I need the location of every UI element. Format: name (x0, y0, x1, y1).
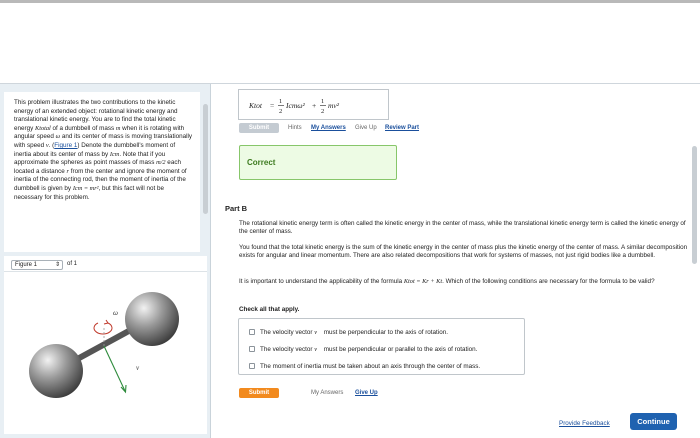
velocity-label: v (136, 364, 140, 372)
option-text: must be perpendicular or parallel to the… (321, 346, 478, 353)
para3-text: . Which of the following conditions are … (442, 278, 655, 285)
select-arrows-icon: ⇕ (54, 262, 60, 268)
continue-button[interactable]: Continue (630, 413, 677, 430)
intro-text: of a dumbbell of mass (50, 124, 116, 132)
part-a-give-up-link[interactable]: Give Up (355, 124, 377, 132)
option-3-checkbox[interactable] (249, 363, 255, 369)
lower-sphere (29, 344, 83, 398)
figure-select[interactable]: Figure 1 ⇕ (11, 260, 63, 270)
formula-ktot: Ktot (248, 101, 263, 110)
review-part-link[interactable]: Review Part (385, 124, 419, 132)
svg-text:2: 2 (321, 108, 324, 115)
figure-link[interactable]: Figure 1 (54, 142, 77, 149)
part-b-paragraph-3: It is important to understand the applic… (239, 278, 689, 286)
answer-formula-box: Ktot = 1 2 Icmω² + 1 2 mv² (238, 89, 389, 120)
velocity-vector (103, 345, 126, 392)
figure-select-value: Figure 1 (15, 262, 38, 268)
para3-formula: Ktot = Kr + Kt (403, 278, 443, 285)
part-a-my-answers-link[interactable]: My Answers (311, 124, 346, 132)
svg-text:+: + (312, 101, 316, 110)
part-b-paragraph-2: You found that the total kinetic energy … (239, 244, 688, 260)
browser-top-border (0, 0, 700, 3)
omega-label: ω (113, 309, 118, 317)
answer-formula: Ktot = 1 2 Icmω² + 1 2 mv² (248, 98, 340, 115)
figure-toolbar: Figure 1 ⇕ of 1 (4, 256, 207, 272)
check-all-instruction: Check all that apply. (239, 306, 300, 313)
part-b-paragraph-1: The rotational kinetic energy term is of… (239, 220, 686, 236)
option-symbol: v⃗ (314, 346, 322, 353)
option-symbol: v⃗ (314, 329, 322, 336)
correct-feedback-box: Correct (239, 145, 397, 180)
problem-viewport: This problem illustrates the two contrib… (0, 83, 700, 438)
part-b-my-answers-link[interactable]: My Answers (311, 389, 343, 397)
correct-label: Correct (247, 158, 276, 167)
option-2-checkbox[interactable] (249, 346, 255, 352)
intro-symbol-m2: m/2 (156, 159, 166, 167)
option-text: The velocity vector (260, 346, 315, 353)
formula-translational-term: mv² (328, 101, 340, 110)
upper-sphere (125, 292, 179, 346)
part-b-title: Part B (225, 204, 248, 213)
left-pane: This problem illustrates the two contrib… (0, 84, 211, 438)
problem-intro: This problem illustrates the two contrib… (4, 92, 200, 252)
intro-equation-icm: Icm = mr² (72, 184, 99, 192)
provide-feedback-link[interactable]: Provide Feedback (559, 420, 610, 427)
svg-text:1: 1 (321, 98, 324, 105)
dumbbell-figure: ω v (29, 292, 179, 398)
intro-symbol-icm: Icm (109, 150, 120, 158)
options-list: The velocity vector v⃗ must be perpendic… (238, 318, 525, 375)
part-b-give-up-link[interactable]: Give Up (355, 389, 378, 397)
option-text: The velocity vector (260, 329, 315, 336)
part-a-submit-button[interactable]: Submit (239, 123, 279, 133)
hints-link[interactable]: Hints (288, 124, 302, 132)
part-b-submit-button[interactable]: Submit (239, 388, 279, 398)
figure-panel: Figure 1 ⇕ of 1 ω v (4, 256, 207, 434)
intro-symbol-ktotal: Ktotal (35, 124, 51, 132)
formula-rotational-term: Icmω² (285, 101, 306, 110)
rotation-arrow-icon (93, 322, 113, 335)
left-scrollbar[interactable] (203, 104, 208, 214)
svg-text:2: 2 (279, 108, 282, 115)
option-text: The moment of inertia must be taken abou… (260, 363, 481, 370)
para3-text: It is important to understand the applic… (239, 278, 404, 285)
option-1-checkbox[interactable] (249, 329, 255, 335)
option-text: must be perpendicular to the axis of rot… (321, 329, 448, 336)
svg-text:=: = (270, 101, 274, 110)
right-pane: Ktot = 1 2 Icmω² + 1 2 mv² Submit Hints … (212, 84, 700, 438)
figure-count: of 1 (67, 261, 78, 267)
svg-text:1: 1 (279, 98, 282, 105)
rotation-arrowhead-icon (103, 319, 109, 325)
right-scrollbar[interactable] (692, 146, 697, 264)
